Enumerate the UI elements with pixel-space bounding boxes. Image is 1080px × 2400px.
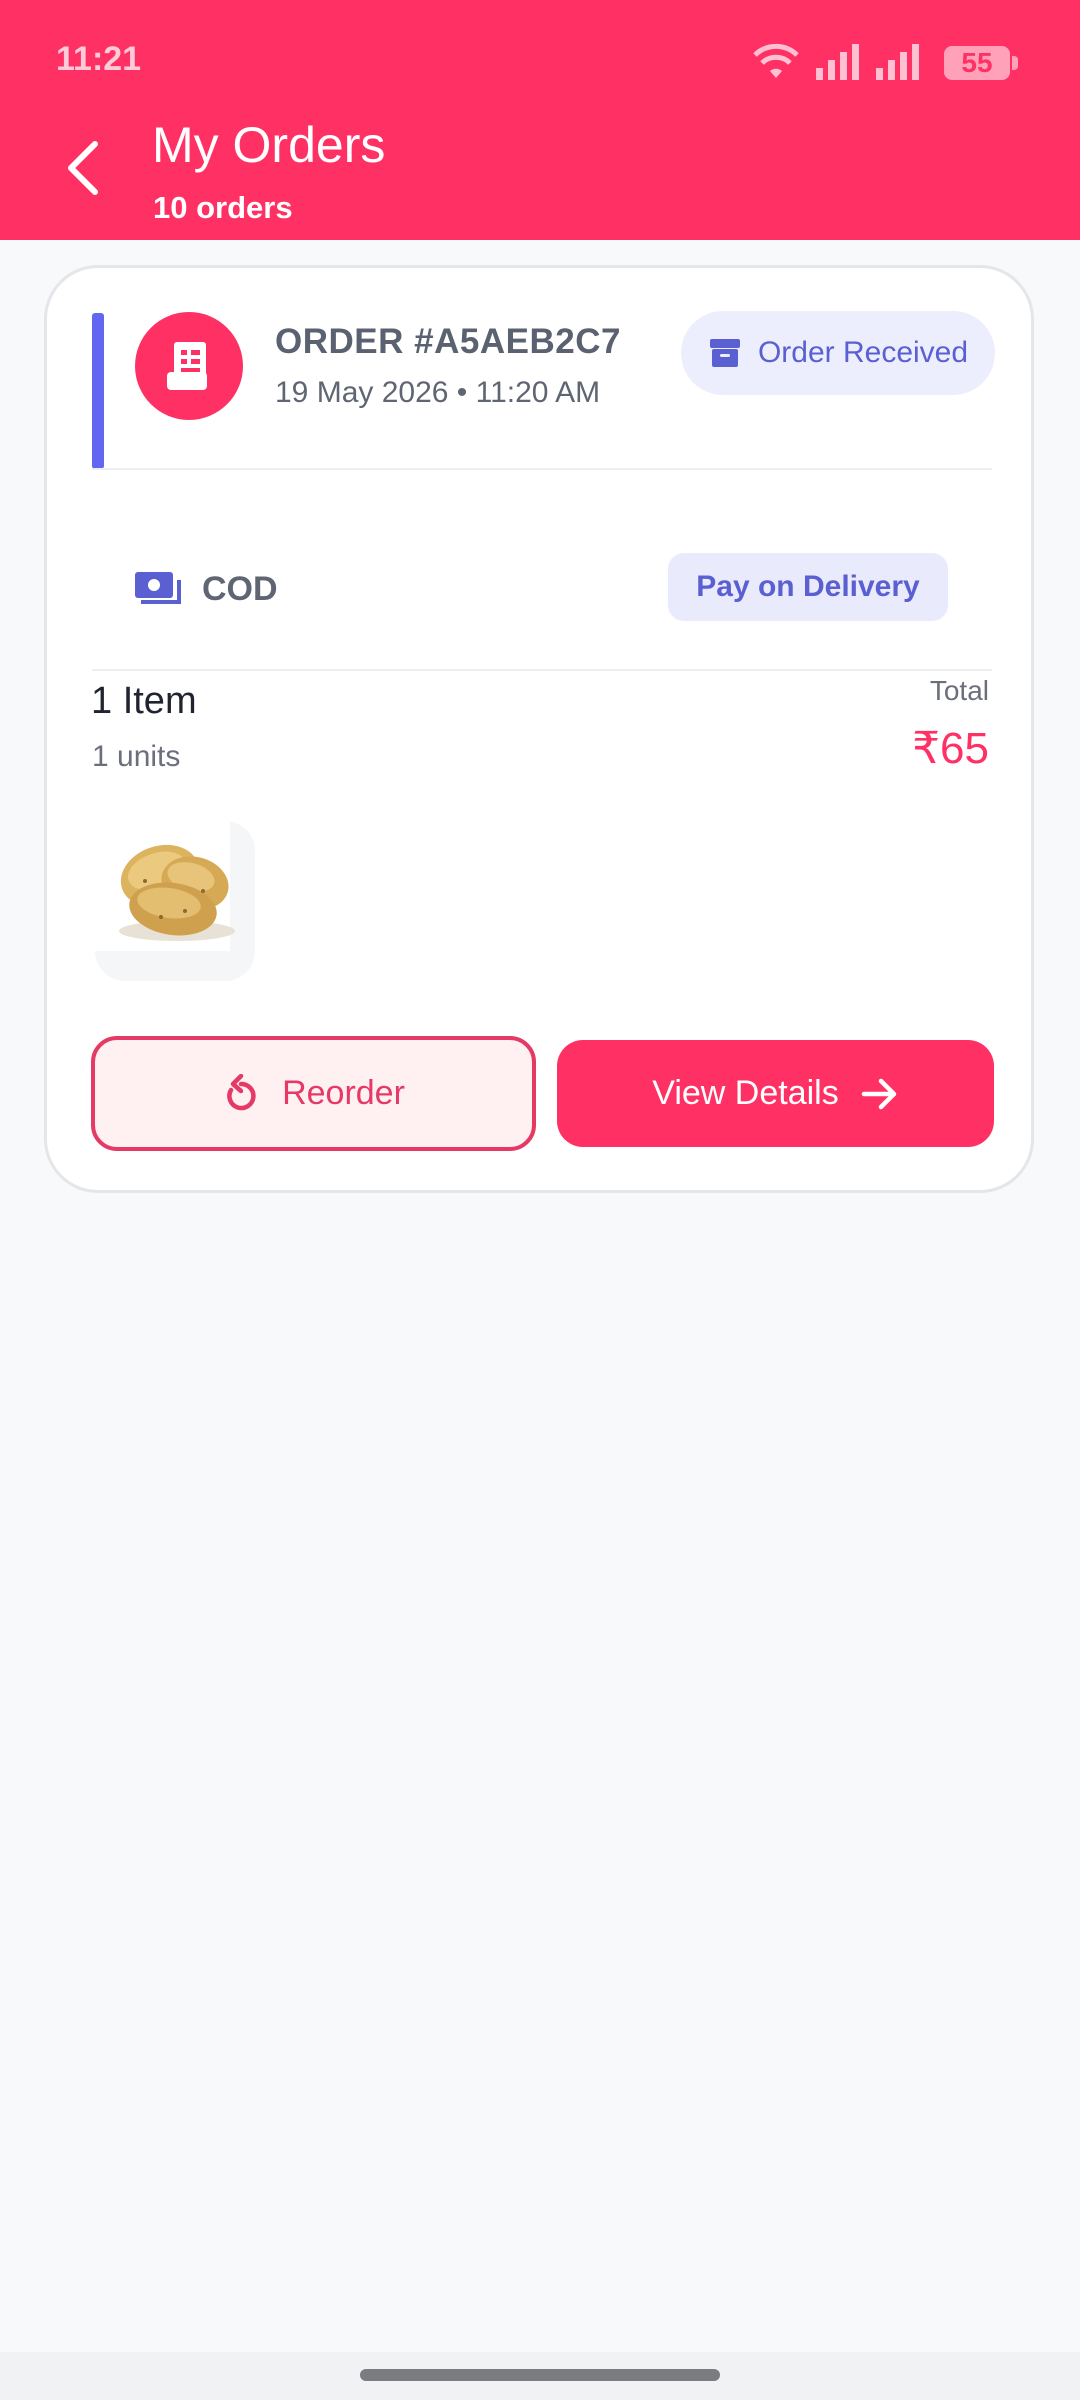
payment-badge: Pay on Delivery bbox=[668, 553, 948, 621]
total-amount: ₹65 bbox=[912, 724, 989, 773]
status-icons: 55 bbox=[750, 40, 1018, 80]
order-number: ORDER #A5AEB2C7 bbox=[275, 322, 621, 361]
divider bbox=[92, 669, 992, 671]
reorder-label: Reorder bbox=[282, 1074, 405, 1112]
reorder-button[interactable]: Reorder bbox=[91, 1036, 536, 1151]
battery-icon: 55 bbox=[944, 46, 1018, 80]
archive-icon bbox=[709, 339, 740, 367]
payment-note: Pay on Delivery bbox=[696, 570, 920, 603]
arrow-right-icon bbox=[861, 1078, 896, 1109]
order-card[interactable]: ORDER #A5AEB2C7 19 May 2026 • 11:20 AM O… bbox=[44, 265, 1034, 1193]
status-text: Order Received bbox=[757, 336, 969, 369]
total-label: Total bbox=[929, 675, 989, 706]
accent-bar bbox=[92, 313, 104, 469]
refresh-icon bbox=[227, 1073, 256, 1110]
item-count: 1 Item bbox=[91, 680, 197, 722]
order-count: 10 orders bbox=[153, 190, 293, 225]
signal-icon bbox=[816, 44, 859, 80]
page-title: My Orders bbox=[152, 117, 386, 173]
view-details-button[interactable]: View Details bbox=[557, 1040, 994, 1147]
chevron-left-icon bbox=[68, 141, 98, 195]
payment-method: COD bbox=[202, 570, 278, 608]
receipt-icon bbox=[135, 312, 243, 420]
order-date: 19 May 2026 • 11:20 AM bbox=[275, 376, 601, 409]
divider bbox=[92, 468, 992, 470]
app-header: 11:21 55 My Orders 10 orders bbox=[0, 0, 1080, 240]
home-indicator[interactable] bbox=[360, 2369, 720, 2381]
status-badge: Order Received bbox=[681, 311, 995, 395]
payment-icon bbox=[135, 572, 181, 604]
signal-icon-2 bbox=[876, 44, 919, 80]
product-image bbox=[95, 821, 255, 981]
view-details-label: View Details bbox=[652, 1074, 839, 1112]
status-time: 11:21 bbox=[56, 40, 142, 78]
wifi-icon bbox=[753, 43, 799, 78]
back-button[interactable] bbox=[48, 128, 118, 208]
unit-count: 1 units bbox=[92, 740, 181, 773]
system-nav-bar bbox=[0, 2352, 1080, 2400]
